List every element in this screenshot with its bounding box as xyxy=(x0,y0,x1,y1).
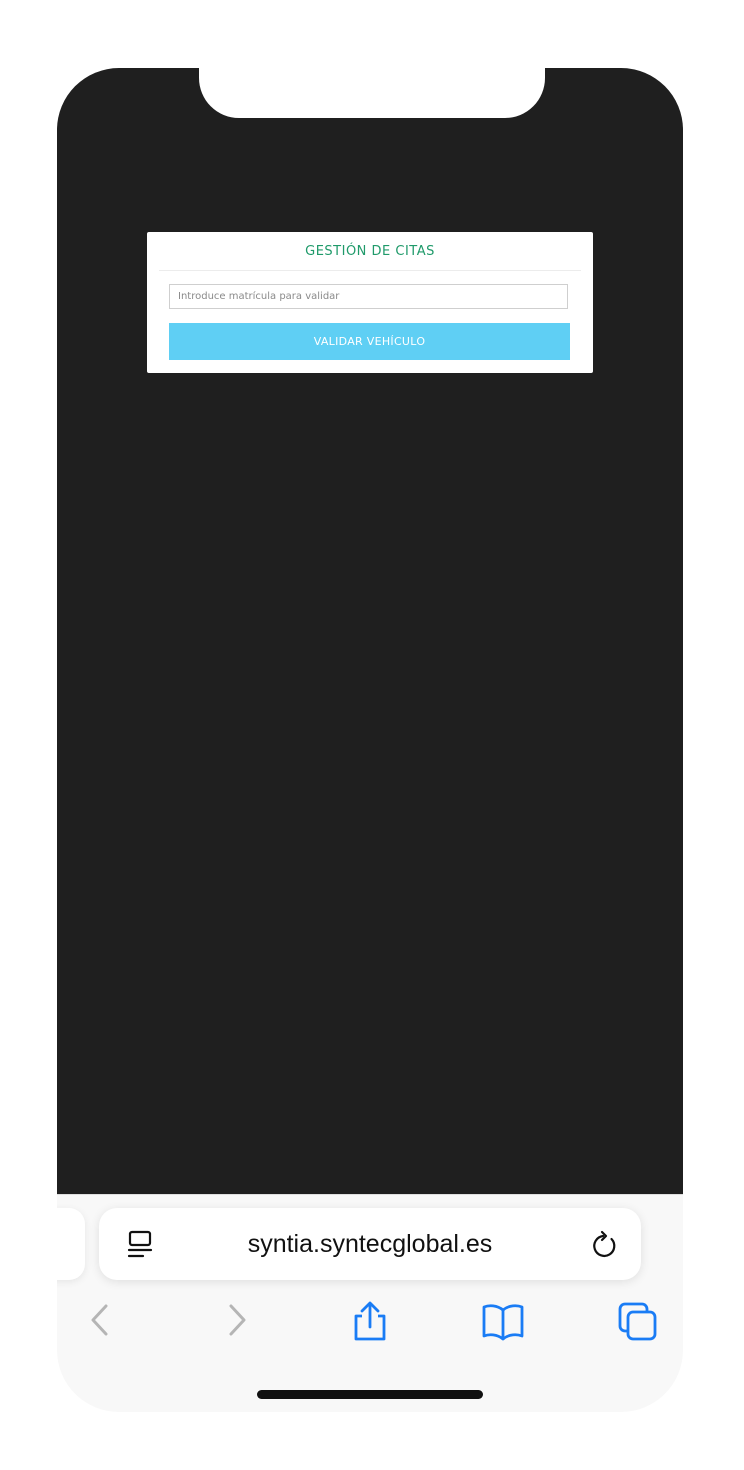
web-content: GESTIÓN DE CITAS VALIDAR VEHÍCULO xyxy=(57,68,683,1194)
back-chevron-icon[interactable] xyxy=(79,1300,123,1344)
share-icon[interactable] xyxy=(348,1300,392,1344)
forward-chevron-icon[interactable] xyxy=(215,1300,259,1344)
validate-vehicle-button[interactable]: VALIDAR VEHÍCULO xyxy=(169,323,570,360)
previous-tab-pill[interactable] xyxy=(57,1208,85,1280)
bookmarks-book-icon[interactable] xyxy=(481,1300,525,1344)
url-text: syntia.syntecglobal.es xyxy=(247,1230,493,1258)
title-divider xyxy=(159,270,581,271)
page-title: GESTIÓN DE CITAS xyxy=(305,244,435,259)
address-bar[interactable]: syntia.syntecglobal.es xyxy=(99,1208,641,1280)
plate-input[interactable] xyxy=(169,284,568,309)
reload-icon[interactable] xyxy=(591,1230,619,1260)
phone-frame: GESTIÓN DE CITAS VALIDAR VEHÍCULO syntia… xyxy=(57,68,683,1412)
tabs-icon[interactable] xyxy=(616,1300,660,1344)
device-notch xyxy=(199,68,545,118)
home-indicator xyxy=(257,1390,483,1399)
appointment-card: GESTIÓN DE CITAS VALIDAR VEHÍCULO xyxy=(147,232,593,373)
toolbar-separator xyxy=(57,1194,683,1195)
